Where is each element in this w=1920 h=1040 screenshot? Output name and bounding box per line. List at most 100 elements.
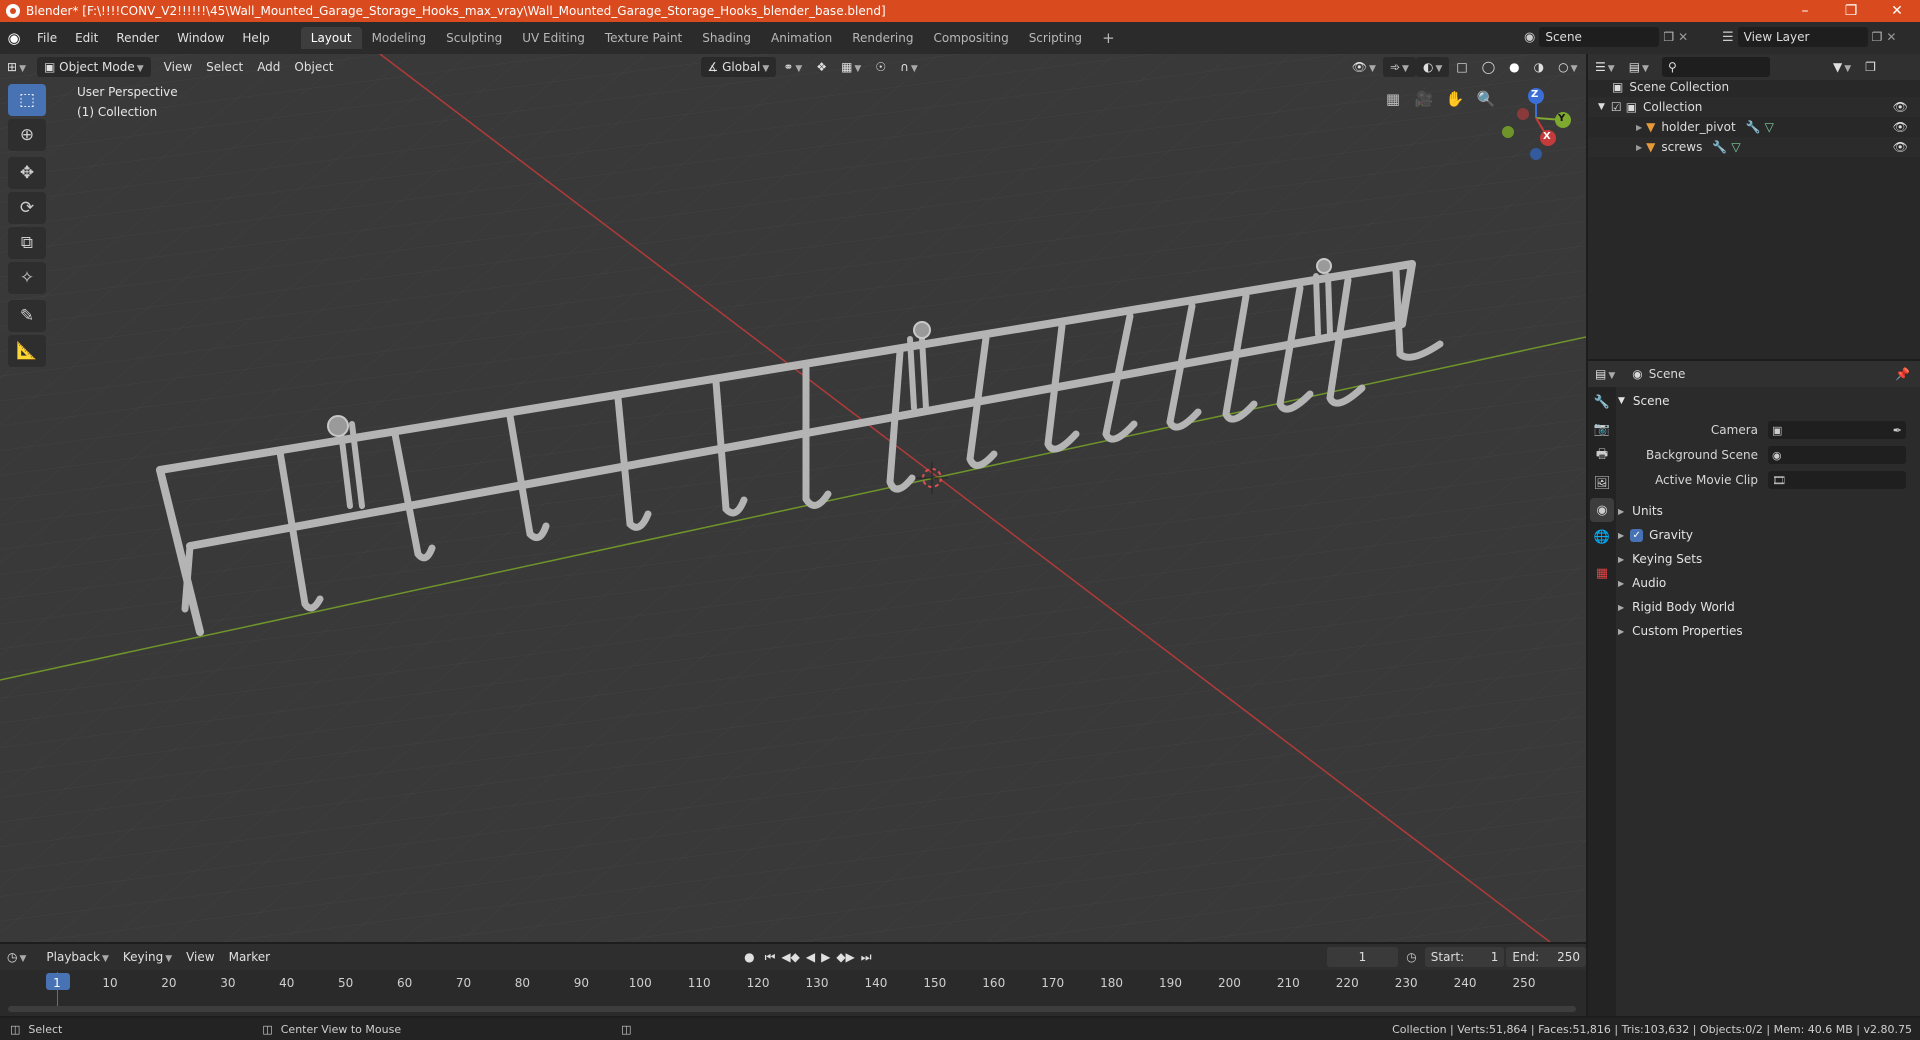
visibility-icon[interactable]: 👁 ▼ (1345, 57, 1383, 77)
modifier-wrench-icon[interactable]: 🔧 (1746, 120, 1761, 134)
end-frame-field[interactable]: End: 250 (1506, 947, 1586, 967)
jump-end-icon[interactable]: ⏭ (858, 947, 875, 967)
outliner-row-holder-pivot[interactable]: ▶ ▼ holder_pivot 🔧 ▽ 👁 (1588, 117, 1920, 137)
view-layer-selector[interactable]: ☰ View Layer ❐ ✕ (1722, 27, 1896, 47)
scale-tool-icon[interactable]: ⧉ (8, 227, 46, 259)
collection-visibility-eye-icon[interactable]: 👁 (1893, 100, 1908, 114)
scene-panel-header[interactable]: ▼ Scene (1618, 390, 1918, 412)
gizmo-toggle-icon[interactable]: ➾ ▼ (1382, 57, 1416, 77)
solid-shading-icon[interactable]: ● (1502, 57, 1526, 77)
gizmo-x-label[interactable]: X (1543, 131, 1551, 142)
mode-dropdown[interactable]: ▣ Object Mode ▼ (36, 57, 151, 77)
gizmo-y-label[interactable]: Y (1558, 113, 1565, 124)
scene-selector[interactable]: ◉ Scene ❐ ✕ (1524, 27, 1688, 47)
tab-texture-paint[interactable]: Texture Paint (595, 27, 692, 49)
new-collection-icon[interactable]: ❐ (1858, 57, 1883, 77)
holder-pivot-visibility-eye-icon[interactable]: 👁 (1893, 120, 1908, 134)
overlay-toggle-icon[interactable]: ◐ ▼ (1415, 57, 1450, 77)
pan-view-icon[interactable]: ✋ (1442, 86, 1468, 112)
camera-field[interactable]: ▣ ✒ (1768, 421, 1906, 439)
3d-viewport[interactable] (0, 54, 1586, 942)
copy-scene-icon[interactable]: ❐ (1663, 30, 1674, 44)
custom-properties-panel-header[interactable]: ▶ Custom Properties (1618, 620, 1918, 642)
jump-start-icon[interactable]: ⏮ (762, 947, 779, 967)
background-scene-field[interactable]: ◉ (1768, 446, 1906, 464)
properties-editor-type-icon[interactable]: ▤ ▼ (1588, 364, 1622, 384)
snap-target-icon[interactable]: ▦ ▼ (834, 57, 868, 77)
outliner-row-collection[interactable]: ▼ ☑ ▣ Collection 👁 (1588, 97, 1920, 117)
screws-visibility-eye-icon[interactable]: 👁 (1893, 140, 1908, 154)
world-properties-tab-icon[interactable]: 🌐 (1590, 525, 1614, 549)
timeline-scrollbar[interactable] (8, 1006, 1576, 1012)
menu-help[interactable]: Help (233, 27, 278, 49)
outliner-search-input[interactable]: ⚲ (1661, 57, 1770, 77)
gravity-checkbox[interactable]: ✓ (1630, 528, 1644, 542)
minimize-icon[interactable]: – (1782, 0, 1828, 22)
keying-sets-panel-header[interactable]: ▶ Keying Sets (1618, 548, 1918, 570)
add-workspace-icon[interactable]: + (1092, 27, 1125, 49)
playback-menu[interactable]: Playback ▼ (39, 947, 115, 967)
rotate-tool-icon[interactable]: ⟳ (8, 192, 46, 224)
gizmo-z-label[interactable]: Z (1531, 89, 1538, 100)
viewport-menu-view[interactable]: View (157, 57, 199, 77)
gravity-panel-header[interactable]: ▶ ✓ Gravity (1618, 524, 1918, 546)
outliner-editor-type-icon[interactable]: ☰ ▼ (1588, 57, 1622, 77)
outliner-row-screws[interactable]: ▶ ▼ screws 🔧 ▽ 👁 (1588, 137, 1920, 157)
rigid-body-world-panel-header[interactable]: ▶ Rigid Body World (1618, 596, 1918, 618)
exclude-checkbox-icon[interactable]: ☑ (1611, 100, 1622, 114)
keying-menu[interactable]: Keying ▼ (116, 947, 179, 967)
tab-animation[interactable]: Animation (761, 27, 842, 49)
eyedropper-icon[interactable]: ✒ (1893, 424, 1902, 437)
pivot-icon[interactable]: ⚭ ▼ (776, 57, 809, 77)
move-tool-icon[interactable]: ✥ (8, 157, 46, 189)
preview-range-clock-icon[interactable]: ◷ (1406, 950, 1416, 964)
viewport-menu-object[interactable]: Object (287, 57, 340, 77)
timeline-view-menu[interactable]: View (179, 947, 221, 967)
annotate-tool-icon[interactable]: ✎ (8, 300, 46, 332)
scene-name-field[interactable]: Scene (1539, 27, 1660, 47)
record-icon[interactable]: ● (737, 947, 761, 967)
editor-type-icon[interactable]: ⊞ ▼ (0, 57, 33, 77)
expand-arrow-icon[interactable]: ▼ (1598, 102, 1605, 112)
snap-icon[interactable]: ❖ (809, 57, 834, 77)
render-properties-tab-icon[interactable]: 📷 (1590, 417, 1614, 441)
remove-scene-icon[interactable]: ✕ (1678, 30, 1688, 44)
falloff-icon[interactable]: ∩ ▼ (893, 57, 925, 77)
view-layer-tab-icon[interactable]: 🖼 (1590, 471, 1614, 495)
tab-shading[interactable]: Shading (692, 27, 761, 49)
tab-modeling[interactable]: Modeling (362, 27, 437, 49)
outliner-row-scene-collection[interactable]: ▣ Scene Collection (1588, 77, 1920, 97)
view-layer-field[interactable]: View Layer (1737, 27, 1868, 47)
mesh-data-icon[interactable]: ▽ (1765, 120, 1774, 134)
copy-view-layer-icon[interactable]: ❐ (1872, 30, 1883, 44)
display-mode-icon[interactable]: ▤ ▼ (1622, 57, 1656, 77)
rendered-shading-icon[interactable]: ○ ▼ (1551, 57, 1584, 77)
menu-window[interactable]: Window (168, 27, 233, 49)
zoom-view-icon[interactable]: 🔍 (1473, 86, 1499, 112)
viewport-menu-select[interactable]: Select (199, 57, 250, 77)
scene-properties-tab-icon[interactable]: ◉ (1590, 498, 1614, 522)
tool-properties-tab-icon[interactable]: 🔧 (1590, 390, 1614, 414)
menu-edit[interactable]: Edit (66, 27, 107, 49)
output-properties-tab-icon[interactable]: 🖶 (1590, 444, 1614, 468)
play-icon[interactable]: ▶ (818, 947, 833, 967)
collapse-arrow-icon[interactable]: ▶ (1636, 143, 1642, 152)
wireframe-shading-icon[interactable]: ◯ (1475, 57, 1502, 77)
tab-sculpting[interactable]: Sculpting (436, 27, 512, 49)
tab-layout[interactable]: Layout (300, 27, 362, 49)
pin-icon[interactable]: 📌 (1895, 367, 1910, 381)
camera-view-icon[interactable]: 🎥 (1411, 86, 1437, 112)
blender-menu-icon[interactable]: ◉ (0, 29, 28, 47)
active-movie-clip-field[interactable]: 🎞 (1768, 471, 1906, 489)
menu-file[interactable]: File (28, 27, 66, 49)
current-frame-field[interactable]: 1 (1326, 947, 1399, 967)
start-frame-field[interactable]: Start: 1 (1424, 947, 1505, 967)
marker-menu[interactable]: Marker (222, 947, 277, 967)
restore-icon[interactable]: ❐ (1828, 0, 1874, 22)
proportional-edit-icon[interactable]: ☉ (868, 57, 893, 77)
menu-render[interactable]: Render (107, 27, 168, 49)
cursor-tool-icon[interactable]: ⊕ (8, 119, 46, 151)
select-box-tool-icon[interactable]: ⬚ (8, 84, 46, 116)
play-reverse-icon[interactable]: ◀ (803, 947, 818, 967)
modifier-wrench-icon[interactable]: 🔧 (1712, 140, 1727, 154)
